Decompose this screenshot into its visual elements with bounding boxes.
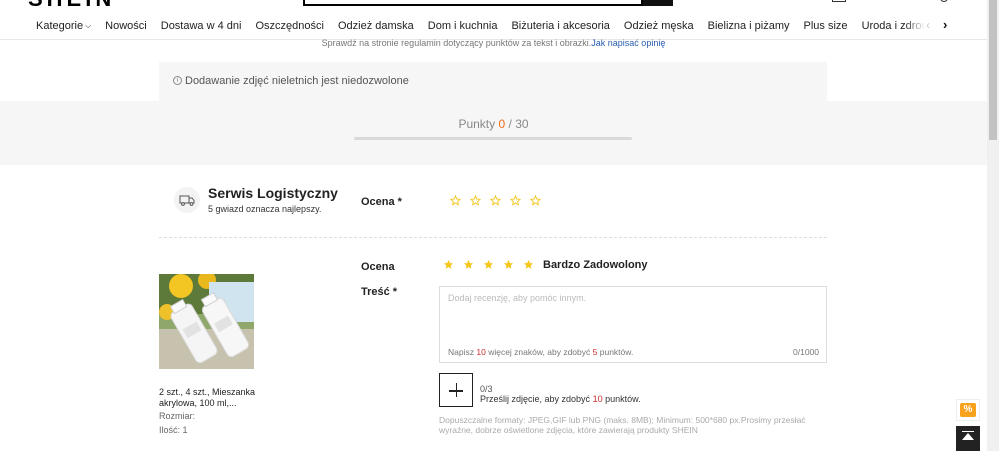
info-icon: i [173, 76, 182, 85]
nav-item[interactable]: Plus size [804, 14, 848, 38]
search-button[interactable] [643, 0, 673, 6]
character-counter: 0/1000 [793, 347, 819, 357]
nav-item[interactable]: Dom i kuchnia [428, 14, 498, 38]
product-image [159, 274, 254, 369]
nav-item-label: Dom i kuchnia [427, 20, 498, 32]
warning-box: i Dodawanie zdjęć nieletnich jest niedoz… [159, 62, 827, 102]
truck-icon [174, 187, 200, 213]
upload-format-info: Dopuszczalne formaty: JPEG,GIF lub PNG (… [439, 415, 806, 435]
review-hint-suffix: punktów. [599, 347, 634, 357]
upload-count: 0/3 [480, 384, 493, 394]
nav-next-icon[interactable]: › [943, 17, 947, 32]
logistics-star-rating[interactable] [445, 193, 545, 207]
cart-icon[interactable] [940, 0, 948, 2]
chevron-down-icon: ⌵ [85, 21, 92, 30]
scrollbar-thumb[interactable] [989, 0, 997, 140]
review-box: Napisz 10 więcej znaków, aby zdobyć 5 pu… [439, 286, 827, 363]
points-counter: Punkty 0 / 30 [0, 117, 987, 131]
review-star-icon[interactable] [478, 257, 498, 271]
discount-icon: % [960, 403, 976, 417]
points-progress-bar [354, 137, 632, 140]
review-rating-label: Ocena [361, 261, 395, 273]
nav-item-label: Nowości [105, 20, 147, 32]
upload-hint-suffix: punktów. [605, 394, 641, 404]
review-hint: Napisz 10 więcej znaków, aby zdobyć 5 pu… [448, 347, 633, 357]
page-scrollbar[interactable] [987, 0, 999, 451]
review-hint-chars: 10 [476, 347, 486, 357]
points-rules-text: Sprawdź na stronie regulamin dotyczący p… [321, 38, 592, 48]
review-content-label: Treść * [361, 286, 398, 298]
review-star-icon[interactable] [498, 257, 518, 271]
category-nav: Kategorie ⌵ Nowości Dostawa w 4 dni Oszczędn… [36, 14, 924, 38]
nav-item-label: Dostawa w 4 dni [160, 20, 242, 32]
review-textarea[interactable] [440, 287, 826, 339]
nav-item[interactable]: Odzież damska [338, 14, 414, 38]
review-hint-middle: więcej znaków, aby zdobyć [488, 347, 591, 357]
points-max: 30 [515, 117, 529, 131]
search-input[interactable] [303, 0, 643, 6]
upload-hint-points: 10 [592, 394, 603, 404]
site-header: SHEIN Kategorie⌵ Nowości Dostawa w 4 dni Os… [0, 0, 987, 40]
nav-item[interactable]: Bielizna i piżamy [708, 14, 790, 38]
points-rules-note: Sprawdź na stronie regulamin dotyczący p… [0, 38, 987, 48]
shein-logo[interactable]: SHEIN [28, 0, 115, 12]
warning-text: Dodawanie zdjęć nieletnich jest niedozwo… [185, 75, 409, 87]
nav-item-label: Odzież damska [337, 20, 414, 32]
points-separator: / [508, 117, 512, 131]
arrow-up-icon [962, 433, 974, 440]
review-hint-prefix: Napisz [448, 347, 474, 357]
review-star-icon[interactable] [438, 257, 458, 271]
logistics-star-icon[interactable] [465, 193, 485, 207]
promo-button[interactable]: % [956, 399, 980, 421]
product-name: 2 szt., 4 szt., Mieszanka akrylowa, 100 … [159, 387, 256, 408]
how-to-review-link[interactable]: Jak napisać opinię [591, 38, 665, 48]
nav-item-label: Plus size [803, 20, 848, 32]
nav-item[interactable]: Odzież męska [624, 14, 694, 38]
nav-item[interactable]: Nowości [105, 14, 147, 38]
logistics-title: Serwis Logistyczny [208, 185, 338, 201]
nav-item[interactable]: Biżuteria i akcesoria [511, 14, 609, 38]
product-quantity: Ilość: 1 [159, 425, 188, 435]
nav-item-label: Kategorie [36, 20, 84, 32]
points-section: Punkty 0 / 30 [0, 101, 987, 165]
user-icon[interactable] [832, 0, 846, 2]
nav-item-label: Biżuteria i akcesoria [511, 20, 610, 32]
upload-photo-button[interactable] [439, 373, 473, 407]
review-star-rating[interactable] [438, 257, 538, 271]
nav-item-label: Bielizna i piżamy [707, 20, 790, 32]
plus-icon-vertical [455, 383, 457, 397]
points-current: 0 [498, 117, 506, 131]
review-star-icon[interactable] [518, 257, 538, 271]
nav-fade [905, 14, 925, 38]
product-size: Rozmiar: [159, 411, 196, 421]
nav-item-label: Odzież męska [623, 20, 694, 32]
logistics-rating-label: Ocena * [361, 196, 402, 208]
nav-prev-icon[interactable]: ‹ [926, 18, 930, 32]
nav-item[interactable]: Kategorie ⌵ [36, 14, 91, 38]
logistics-subtitle: 5 gwiazd oznacza najlepszy. [208, 204, 322, 214]
rating-description: Bardzo Zadowolony [543, 259, 648, 271]
back-to-top-bar [962, 431, 974, 432]
upload-hint-prefix: Prześlij zdjęcie, aby zdobyć [480, 394, 591, 404]
review-star-icon[interactable] [458, 257, 478, 271]
nav-item[interactable]: Oszczędności [255, 14, 323, 38]
nav-item-label: Oszczędności [255, 20, 324, 32]
logistics-star-icon[interactable] [525, 193, 545, 207]
logistics-star-icon[interactable] [505, 193, 525, 207]
logistics-star-icon[interactable] [485, 193, 505, 207]
nav-item[interactable]: Dostawa w 4 dni [161, 14, 242, 38]
upload-hint: Prześlij zdjęcie, aby zdobyć 10 punktów. [480, 394, 641, 404]
review-hint-points: 5 [592, 347, 598, 357]
section-divider [159, 237, 827, 238]
logistics-star-icon[interactable] [445, 193, 465, 207]
points-label: Punkty [458, 117, 496, 131]
back-to-top-button[interactable] [956, 426, 980, 451]
